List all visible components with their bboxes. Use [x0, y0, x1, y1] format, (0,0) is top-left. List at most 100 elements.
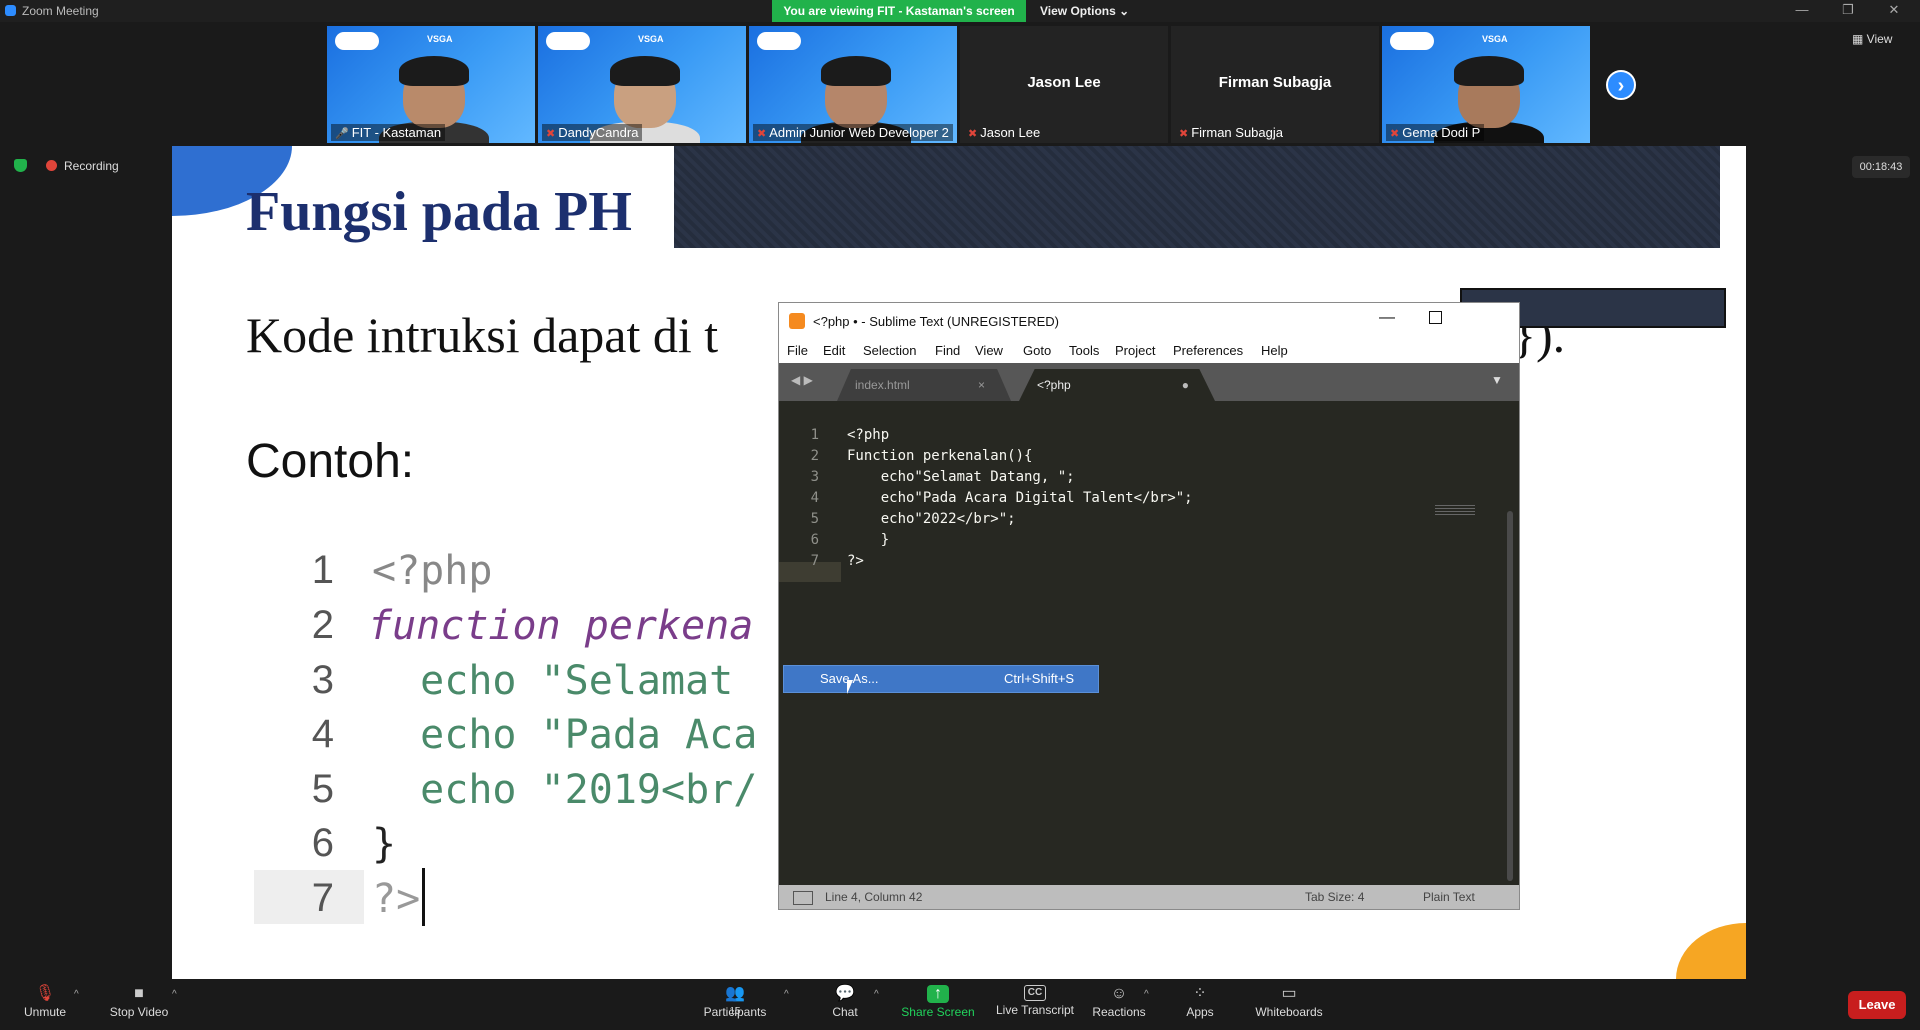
restore-icon[interactable]: ❐ [1828, 0, 1868, 22]
minimize-icon[interactable]: — [1782, 0, 1822, 22]
participant-label: ✖ DandyCandra [542, 124, 643, 141]
mic-muted-icon: ✖ [1179, 128, 1189, 140]
save-as-menu-item[interactable]: Save As... Ctrl+Shift+S [783, 665, 1099, 693]
code-line: ?> [847, 553, 864, 569]
recording-icon[interactable] [46, 160, 57, 171]
vsga-text: VSGA [1482, 34, 1508, 44]
stop-video-label: Stop Video [109, 1005, 169, 1019]
whiteboards-label: Whiteboards [1255, 1005, 1323, 1019]
menu-selection[interactable]: Selection [863, 343, 916, 358]
participant-label: 🎤 FIT - Kastaman [331, 124, 446, 141]
mic-muted-icon: ✖ [1390, 128, 1400, 140]
code-line: echo"2022</br>"; [847, 511, 1016, 527]
sublime-status-bar: Line 4, Column 42 Tab Size: 4 Plain Text [779, 885, 1519, 909]
tab-index-html[interactable]: index.html × [837, 369, 1011, 401]
participant-tile[interactable]: VSGA ✖ Gema Dodi P [1382, 26, 1590, 143]
slide-line-number: 4 [311, 712, 334, 756]
reactions-options-icon[interactable]: ^ [1144, 989, 1149, 1000]
apps-button[interactable]: ⁘ Apps [1155, 979, 1245, 1030]
shield-icon[interactable] [14, 159, 27, 172]
reactions-button[interactable]: ☺ Reactions [1074, 979, 1164, 1030]
live-transcript-button[interactable]: CC Live Transcript [989, 979, 1081, 1030]
sublime-logo-icon [789, 313, 805, 329]
participant-hair [1454, 56, 1524, 86]
participant-label: ✖ Firman Subagja [1175, 124, 1287, 141]
tab-size[interactable]: Tab Size: 4 [1305, 890, 1364, 904]
share-screen-icon: ↑ [927, 985, 949, 1003]
participants-options-icon[interactable]: ^ [784, 989, 789, 1000]
slide-line-number: 5 [311, 767, 334, 811]
unmute-label: Unmute [23, 1005, 67, 1019]
video-options-icon[interactable]: ^ [172, 989, 177, 1000]
vsga-text: VSGA [638, 34, 664, 44]
view-button[interactable]: ▦ View [1852, 32, 1892, 46]
chat-button[interactable]: 💬 Chat [800, 979, 890, 1030]
line-number: 1 [810, 427, 819, 443]
tab-label: index.html [855, 378, 910, 392]
syntax-mode[interactable]: Plain Text [1423, 890, 1475, 904]
slide-line-number: 7 [311, 876, 334, 920]
whiteboards-button[interactable]: ▭ Whiteboards [1244, 979, 1334, 1030]
menu-project[interactable]: Project [1115, 343, 1155, 358]
participant-name: Admin Junior Web Developer 2 [769, 125, 949, 140]
unmute-button[interactable]: 🎙 Unmute [0, 979, 90, 1030]
cursor-position: Line 4, Column 42 [825, 890, 923, 904]
scrollbar[interactable] [1507, 511, 1513, 881]
menu-edit[interactable]: Edit [823, 343, 845, 358]
participant-label: ✖ Gema Dodi P [1386, 124, 1485, 141]
participants-button[interactable]: 👥15 Participants [690, 979, 780, 1030]
participant-name: Jason Lee [980, 125, 1041, 140]
maximize-icon[interactable] [1429, 311, 1442, 324]
slide-line-number: 3 [311, 658, 334, 702]
view-options-button[interactable]: View Options ⌄ [1040, 0, 1129, 22]
next-page-arrow-icon[interactable]: › [1606, 70, 1636, 100]
tab-dropdown-icon[interactable]: ▼ [1491, 373, 1503, 387]
menu-view[interactable]: View [975, 343, 1003, 358]
share-screen-button[interactable]: ↑ Share Screen [893, 979, 983, 1030]
slide-heading: Contoh: [246, 435, 415, 488]
chat-options-icon[interactable]: ^ [874, 989, 879, 1000]
code-line: <?php [847, 427, 890, 443]
menu-goto[interactable]: Goto [1023, 343, 1051, 358]
slide-text: Kode intruksi dapat di t [246, 307, 719, 363]
slide-code-line: ?> [372, 876, 421, 922]
participant-hair [399, 56, 469, 86]
mic-on-icon: 🎤 [335, 128, 349, 140]
menu-tools[interactable]: Tools [1069, 343, 1099, 358]
stop-video-button[interactable]: ■ Stop Video [94, 979, 184, 1030]
audio-options-icon[interactable]: ^ [74, 989, 79, 1000]
leave-button[interactable]: Leave [1848, 991, 1906, 1019]
participant-tile[interactable]: VSGA ✖ DandyCandra [538, 26, 746, 143]
apps-label: Apps [1186, 1005, 1214, 1019]
code-line: } [847, 532, 890, 548]
tab-php[interactable]: <?php ● [1019, 369, 1215, 401]
close-icon[interactable]: ✕ [1874, 0, 1914, 22]
vsga-logo [335, 32, 379, 50]
slide-code-line: echo "2019<br/ [372, 767, 758, 813]
tab-nav-arrows-icon[interactable]: ◀ ▶ [791, 373, 813, 387]
mouse-cursor-icon [847, 680, 859, 694]
menu-preferences[interactable]: Preferences [1173, 343, 1243, 358]
dark-panel [674, 146, 1720, 248]
menu-help[interactable]: Help [1261, 343, 1288, 358]
code-editor[interactable]: 1 <?php 2 Function perkenalan(){ 3 echo"… [779, 401, 1519, 881]
participant-tile[interactable]: Jason Lee ✖ Jason Lee [960, 26, 1168, 143]
menu-file[interactable]: File [787, 343, 808, 358]
text-caret [422, 868, 425, 926]
tab-close-icon[interactable]: × [978, 369, 985, 401]
viewing-banner: You are viewing FIT - Kastaman's screen [772, 0, 1026, 22]
participants-label: Participants [703, 1005, 767, 1019]
panel-icon[interactable] [793, 891, 813, 905]
sublime-text-window[interactable]: <?php • - Sublime Text (UNREGISTERED) — … [778, 302, 1520, 910]
menu-find[interactable]: Find [935, 343, 960, 358]
chat-label: Chat [832, 1005, 858, 1019]
slide-code-line: echo "Selamat [372, 658, 758, 704]
participant-name: DandyCandra [558, 125, 639, 140]
minimap[interactable] [1435, 503, 1475, 515]
participants-icon: 👥15 [725, 985, 745, 1017]
participant-tile[interactable]: VSGA 🎤 FIT - Kastaman [327, 26, 535, 143]
minimize-icon[interactable]: — [1379, 309, 1395, 327]
participant-tile[interactable]: ✖ Admin Junior Web Developer 2 [749, 26, 957, 143]
participant-tile[interactable]: Firman Subagja ✖ Firman Subagja [1171, 26, 1379, 143]
tab-modified-icon[interactable]: ● [1182, 369, 1189, 401]
